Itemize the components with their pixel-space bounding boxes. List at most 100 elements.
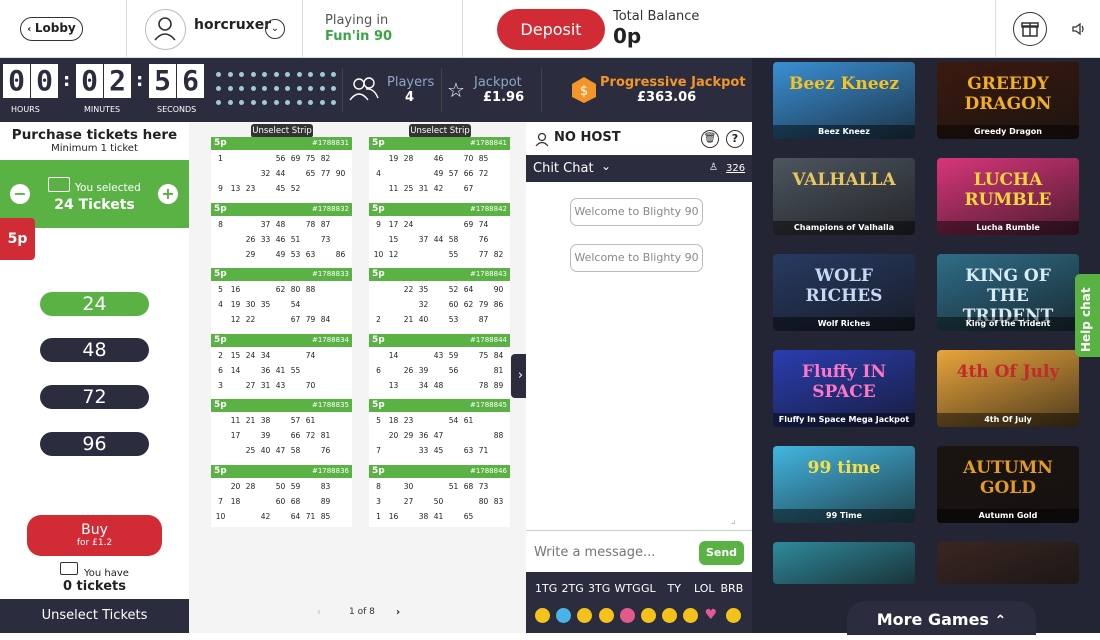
game-tile[interactable]: LUCHA RUMBLE Lucha Rumble xyxy=(937,158,1079,235)
ticket-price: 5p xyxy=(372,400,385,410)
happy-icon[interactable] xyxy=(598,608,614,623)
game-tile[interactable]: 99 time 99 Time xyxy=(773,446,915,523)
chat-shortcut-2tg[interactable]: 2TG xyxy=(562,582,584,595)
game-tile[interactable] xyxy=(773,542,915,584)
trash-icon[interactable]: 🗑 xyxy=(701,130,719,148)
ticket-number: 4 xyxy=(376,169,381,178)
gift-icon[interactable] xyxy=(1013,12,1047,46)
timer-seconds-digit-1: 5 xyxy=(149,64,176,98)
ticket-number: 43 xyxy=(275,380,286,390)
bingo-ticket[interactable]: 5p #1788841 19 28 46 70 85 4 49 57 66 72 11 25 31 42 67 xyxy=(369,137,510,199)
heart-icon[interactable]: ♥ xyxy=(705,608,720,623)
buy-button[interactable]: Buy for £1.2 xyxy=(27,515,162,556)
ticket-number: 88 xyxy=(305,285,316,294)
angel-icon[interactable] xyxy=(641,608,656,623)
ticket-number: 80 xyxy=(290,285,301,294)
ticket-header: 5p #1788836 xyxy=(211,464,352,478)
ball-dot xyxy=(319,100,325,105)
bingo-ticket[interactable]: 5p #1788844 14 43 59 75 84 6 26 39 56 81 13 34 48 78 89 xyxy=(369,333,510,396)
help-chat-button[interactable]: Help chat xyxy=(1075,274,1100,357)
quick-option-96[interactable]: 96 xyxy=(40,432,149,456)
message-input[interactable] xyxy=(534,539,694,565)
game-tile[interactable]: KING OF THE TRIDENT King of the Trident xyxy=(937,254,1079,331)
chat-shortcut-wtg[interactable]: WTG xyxy=(615,582,641,595)
called-balls-grid xyxy=(216,72,341,112)
more-games-button[interactable]: More Games ⌃ xyxy=(847,601,1036,635)
ticket-number: 78 xyxy=(305,219,316,229)
bingo-ticket[interactable]: 5p #1788835 11 21 38 57 61 17 39 66 72 81 25 40 47 58 76 xyxy=(211,399,352,461)
ticket-number: 59 xyxy=(448,350,459,360)
chevron-down-icon: ⌄ xyxy=(601,159,612,173)
quick-option-24[interactable]: 24 xyxy=(40,292,149,316)
chat-shortcut-1tg[interactable]: 1TG xyxy=(535,582,557,595)
unselect-strip-button[interactable]: Unselect Strip xyxy=(251,124,313,138)
ticket-number: 14 xyxy=(230,365,241,375)
ticket-strip[interactable]: Unselect Strip 5p #1788831 1 56 69 75 82 32 44 65 7… xyxy=(211,124,352,527)
game-tile[interactable]: GREEDY DRAGON Greedy Dragon xyxy=(937,62,1079,139)
quick-option-48[interactable]: 48 xyxy=(40,338,149,362)
ticket-header: 5p #1788835 xyxy=(211,399,352,412)
ticket-number: 65 xyxy=(305,169,316,178)
bingo-ticket[interactable]: 5p #1788834 2 15 24 34 74 6 14 36 41 55 3 27 31 43 70 xyxy=(211,333,352,396)
ball-dot xyxy=(250,86,256,91)
ticket-number: 55 xyxy=(290,365,301,375)
surprised-icon[interactable] xyxy=(725,608,741,623)
chat-shortcut-ty[interactable]: TY xyxy=(668,582,681,595)
chat-shortcut-gl[interactable]: GL xyxy=(641,582,656,595)
chat-shortcut-brb[interactable]: BRB xyxy=(721,582,744,595)
help-icon[interactable]: ? xyxy=(726,130,744,148)
chevron-down-icon[interactable]: ⌄ xyxy=(265,19,285,39)
divider xyxy=(995,0,996,58)
mask-icon[interactable] xyxy=(619,608,635,623)
deposit-button[interactable]: Deposit xyxy=(497,9,605,50)
speaker-icon[interactable] xyxy=(1071,22,1087,39)
bingo-ticket[interactable]: 5p #1788843 22 35 52 64 90 32 60 62 79 86 2 21 40 53 87 xyxy=(369,268,510,330)
ticket-header: 5p #1788843 xyxy=(369,268,510,281)
resize-handle-icon[interactable]: ⌟ xyxy=(731,515,736,526)
next-page-button[interactable]: › xyxy=(396,607,400,618)
bingo-ticket[interactable]: 5p #1788845 5 18 23 54 61 20 29 36 47 88 7 33 45 63 71 xyxy=(369,399,510,461)
game-tile[interactable]: WOLF RICHES Wolf Riches xyxy=(773,254,915,331)
game-tile[interactable]: Beez Kneez Beez Kneez xyxy=(773,62,915,139)
bingo-ticket[interactable]: 5p #1788833 5 16 62 80 88 4 19 30 35 54 12 22 67 79 84 xyxy=(211,268,352,330)
bingo-ticket[interactable]: 5p #1788846 8 30 51 68 73 3 27 50 80 83 1 16 38 41 65 xyxy=(369,464,510,527)
grin-icon[interactable] xyxy=(577,608,593,623)
ticket-number: 74 xyxy=(305,350,316,360)
ticket-number: 8 xyxy=(218,219,223,229)
ticket-header: 5p #1788833 xyxy=(211,268,352,281)
ticket-number: 18 xyxy=(388,416,399,425)
unselect-tickets-button[interactable]: Unselect Tickets xyxy=(0,599,189,633)
ticket-strip[interactable]: Unselect Strip 5p #1788841 19 28 46 70 85 4 49 57 6… xyxy=(369,124,510,527)
game-tile[interactable]: VALHALLA Champions of Valhalla xyxy=(773,158,915,235)
bingo-ticket[interactable]: 5p #1788836 20 28 50 59 83 7 18 60 68 89 10 42 64 71 85 xyxy=(211,464,352,527)
game-tile[interactable] xyxy=(937,542,1079,584)
ticket-number: 56 xyxy=(448,365,459,375)
bingo-ticket[interactable]: 5p #1788842 9 17 24 69 74 15 37 44 58 76 10 12 55 77 82 xyxy=(369,202,510,265)
jackpot-value: £1.96 xyxy=(483,90,525,105)
ticket-number: 56 xyxy=(275,154,286,163)
game-tile[interactable]: AUTUMN GOLD Autumn Gold xyxy=(937,446,1079,523)
user-avatar-icon[interactable] xyxy=(145,9,186,50)
chat-message: Welcome to Blighty 90 xyxy=(570,244,703,272)
smile-icon[interactable] xyxy=(535,608,550,623)
purchase-subtitle: Minimum 1 ticket xyxy=(51,143,138,154)
price-tab[interactable]: 5p xyxy=(0,218,35,260)
chat-shortcut-3tg[interactable]: 3TG xyxy=(588,582,610,595)
previous-page-button[interactable]: ‹ xyxy=(317,607,321,618)
unselect-strip-button[interactable]: Unselect Strip xyxy=(409,124,471,138)
bingo-ticket[interactable]: 5p #1788832 8 37 48 78 87 26 33 46 51 73 29 49 53 63 86 xyxy=(211,202,352,265)
quick-option-72[interactable]: 72 xyxy=(40,385,149,409)
sad-icon[interactable] xyxy=(662,608,678,623)
ticket-number: 4 xyxy=(218,300,223,309)
game-tile[interactable]: Fluffy IN SPACE Fluffy In Space Mega Jack… xyxy=(773,350,915,427)
ticket-header: 5p #1788834 xyxy=(211,333,352,347)
chat-room-bar[interactable]: Chit Chat ⌄ ♙ 326 xyxy=(526,155,752,182)
worried-icon[interactable] xyxy=(683,608,699,623)
cool-icon[interactable] xyxy=(556,608,572,623)
game-tile[interactable]: 4th Of July 4th Of July xyxy=(937,350,1079,427)
chat-shortcut-lol[interactable]: LOL xyxy=(694,582,715,595)
bingo-ticket[interactable]: 5p #1788831 1 56 69 75 82 32 44 65 77 90 9 13 23 45 52 xyxy=(211,137,352,199)
lobby-button[interactable]: ‹ Lobby xyxy=(20,17,83,41)
timer-colon: : xyxy=(136,70,144,91)
send-button[interactable]: Send xyxy=(699,541,744,565)
